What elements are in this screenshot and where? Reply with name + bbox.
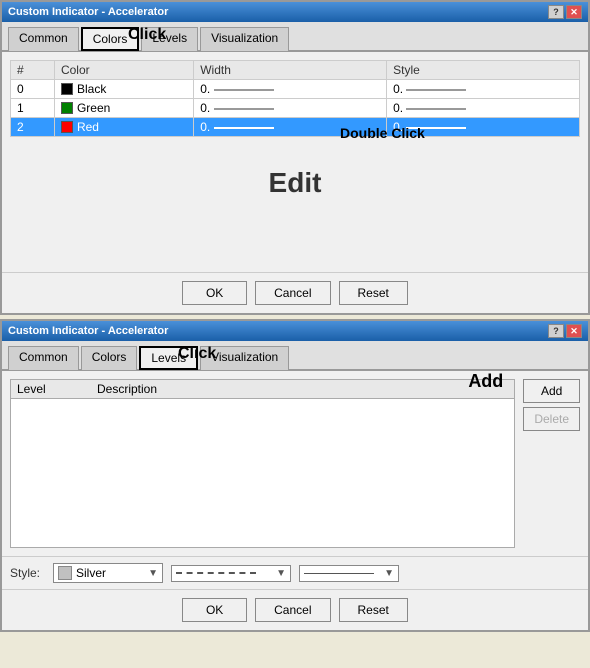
double-click-annotation: Double Click xyxy=(340,125,425,141)
row-style-0: 0. xyxy=(387,80,580,99)
help-button-1[interactable]: ? xyxy=(548,5,564,19)
width-style-select[interactable]: ▼ xyxy=(299,565,399,582)
title-bar-buttons-2: ? ✕ xyxy=(548,324,582,338)
footer-2: OK Cancel Reset xyxy=(2,589,588,630)
style-row: Style: Silver ▼ ▼ ▼ xyxy=(2,556,588,589)
edit-label: Edit xyxy=(10,137,580,229)
tabs-1: Common Colors Levels Visualization xyxy=(2,22,588,52)
col-header-num: # xyxy=(11,61,55,80)
cancel-button-1[interactable]: Cancel xyxy=(255,281,330,305)
row-num-0: 0 xyxy=(11,80,55,99)
dash-dropdown-arrow: ▼ xyxy=(276,568,286,579)
line-preview-1 xyxy=(214,108,274,110)
content-1: # Color Width Style 0 Black xyxy=(2,52,588,272)
click-annotation-1: Click xyxy=(128,26,166,44)
style-color-name: Silver xyxy=(76,566,106,580)
color-swatch-1 xyxy=(61,102,73,114)
cancel-button-2[interactable]: Cancel xyxy=(255,598,330,622)
dialog2: Custom Indicator - Accelerator ? ✕ Commo… xyxy=(0,319,590,632)
row-style-1: 0. xyxy=(387,99,580,118)
row-color-0: Black xyxy=(54,80,193,99)
width-val-2: 0. xyxy=(200,120,210,134)
row-num-1: 1 xyxy=(11,99,55,118)
color-name-0: Black xyxy=(77,82,106,96)
close-button-2[interactable]: ✕ xyxy=(566,324,582,338)
levels-table-header: Level Description xyxy=(11,380,514,399)
width-line-preview xyxy=(304,573,374,574)
row-width-1: 0. xyxy=(194,99,387,118)
add-level-button[interactable]: Add xyxy=(523,379,580,403)
col-header-style: Style xyxy=(387,61,580,80)
footer-1: OK Cancel Reset xyxy=(2,272,588,313)
style-val-1: 0. xyxy=(393,101,403,115)
title-bar-1: Custom Indicator - Accelerator ? ✕ xyxy=(2,2,588,22)
line-preview-2 xyxy=(214,127,274,129)
style-color-select[interactable]: Silver ▼ xyxy=(53,563,163,583)
color-swatch-2 xyxy=(61,121,73,133)
color-swatch-0 xyxy=(61,83,73,95)
title-bar-2: Custom Indicator - Accelerator ? ✕ xyxy=(2,321,588,341)
width-val-1: 0. xyxy=(200,101,210,115)
tab-colors-2[interactable]: Colors xyxy=(81,346,138,370)
delete-level-button[interactable]: Delete xyxy=(523,407,580,431)
close-button-1[interactable]: ✕ xyxy=(566,5,582,19)
row-width-0: 0. xyxy=(194,80,387,99)
ok-button-1[interactable]: OK xyxy=(182,281,247,305)
ok-button-2[interactable]: OK xyxy=(182,598,247,622)
dialog1: Custom Indicator - Accelerator ? ✕ Commo… xyxy=(0,0,590,315)
levels-table-area: Level Description xyxy=(10,379,515,548)
col-header-color: Color xyxy=(54,61,193,80)
tab-common-2[interactable]: Common xyxy=(8,346,79,370)
title-bar-buttons-1: ? ✕ xyxy=(548,5,582,19)
add-annotation: Add xyxy=(468,371,503,392)
level-col-header: Level xyxy=(17,382,97,396)
click-annotation-2: Click xyxy=(178,345,216,363)
width-val-0: 0. xyxy=(200,82,210,96)
col-header-width: Width xyxy=(194,61,387,80)
style-val-0: 0. xyxy=(393,82,403,96)
table-row[interactable]: 2 Red 0. 0. xyxy=(11,118,580,137)
reset-button-1[interactable]: Reset xyxy=(339,281,408,305)
style-preview-0 xyxy=(406,89,466,91)
dash-style-select[interactable]: ▼ xyxy=(171,565,291,582)
tabs-2: Common Colors Levels Visualization xyxy=(2,341,588,371)
levels-content: Level Description Add Add Delete xyxy=(2,371,588,556)
color-name-2: Red xyxy=(77,120,99,134)
tab-common-1[interactable]: Common xyxy=(8,27,79,51)
silver-swatch xyxy=(58,566,72,580)
help-button-2[interactable]: ? xyxy=(548,324,564,338)
color-name-1: Green xyxy=(77,101,110,115)
reset-button-2[interactable]: Reset xyxy=(339,598,408,622)
title-2: Custom Indicator - Accelerator xyxy=(8,325,168,337)
color-dropdown-arrow: ▼ xyxy=(148,568,158,579)
line-preview-0 xyxy=(214,89,274,91)
row-color-1: Green xyxy=(54,99,193,118)
width-dropdown-arrow: ▼ xyxy=(384,568,394,579)
title-1: Custom Indicator - Accelerator xyxy=(8,6,168,18)
table-row[interactable]: 1 Green 0. 0. xyxy=(11,99,580,118)
color-table: # Color Width Style 0 Black xyxy=(10,60,580,137)
table-row[interactable]: 0 Black 0. 0. xyxy=(11,80,580,99)
style-preview-1 xyxy=(406,108,466,110)
desc-col-header: Description xyxy=(97,382,508,396)
style-label: Style: xyxy=(10,566,45,580)
row-color-2: Red xyxy=(54,118,193,137)
tab-visualization-1[interactable]: Visualization xyxy=(200,27,289,51)
dash-line-preview xyxy=(176,572,256,574)
row-num-2: 2 xyxy=(11,118,55,137)
